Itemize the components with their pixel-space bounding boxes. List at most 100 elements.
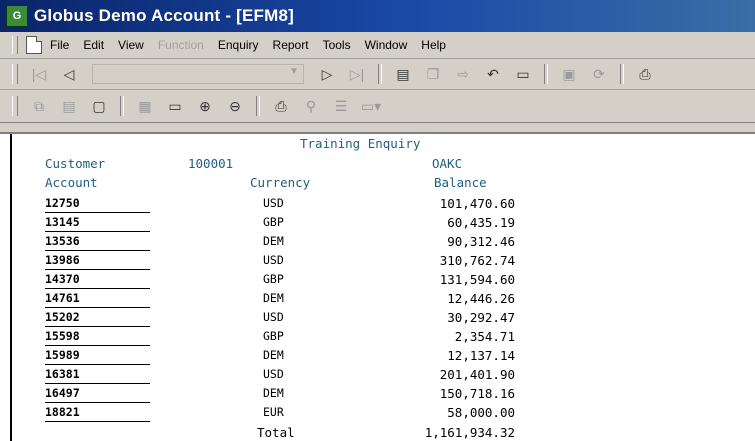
report-view[interactable]: Training Enquiry Customer 100001 OAKC Ac… xyxy=(0,132,755,441)
currency-cell: DEM xyxy=(263,234,284,248)
account-number[interactable]: 16497 xyxy=(45,386,80,400)
account-number[interactable]: 18821 xyxy=(45,405,80,419)
table-row[interactable]: 16381 USD 201,401.90 xyxy=(0,367,755,385)
account-number[interactable]: 12750 xyxy=(45,196,80,210)
column-header-balance: Balance xyxy=(434,175,487,190)
document-icon[interactable] xyxy=(26,36,42,54)
layout-icon[interactable]: ▭▾ xyxy=(360,96,382,116)
toolbar-grip xyxy=(12,64,18,84)
balance-cell: 310,762.74 xyxy=(439,253,515,268)
paste-icon[interactable]: ▤ xyxy=(58,96,80,116)
open-icon[interactable]: ▭ xyxy=(512,64,534,84)
total-label: Total xyxy=(257,425,295,440)
account-underline xyxy=(45,326,150,327)
table-row[interactable]: 14370 GBP 131,594.60 xyxy=(0,272,755,290)
account-underline xyxy=(45,231,150,232)
balance-cell: 2,354.71 xyxy=(454,329,515,344)
previous-record-icon[interactable]: ◁ xyxy=(58,64,80,84)
menu-enquiry[interactable]: Enquiry xyxy=(218,38,259,52)
balance-cell: 60,435.19 xyxy=(447,215,515,230)
menu-edit[interactable]: Edit xyxy=(83,38,104,52)
account-number[interactable]: 15989 xyxy=(45,348,80,362)
menu-function: Function xyxy=(157,38,204,52)
window-title: Globus Demo Account - [EFM8] xyxy=(34,6,294,25)
account-underline xyxy=(45,383,150,384)
zoom-out-icon[interactable]: ⊖ xyxy=(224,96,246,116)
balance-cell: 30,292.47 xyxy=(447,310,515,325)
record-combo[interactable]: ▼ xyxy=(92,64,304,84)
currency-cell: DEM xyxy=(263,386,284,400)
account-number[interactable]: 13986 xyxy=(45,253,80,267)
table-row[interactable]: 12750 USD 101,470.60 xyxy=(0,196,755,214)
balance-cell: 150,718.16 xyxy=(439,386,515,401)
account-underline xyxy=(45,364,150,365)
folder-icon[interactable]: ▭ xyxy=(164,96,186,116)
table-row[interactable]: 16497 DEM 150,718.16 xyxy=(0,386,755,404)
account-underline xyxy=(45,421,150,422)
currency-cell: GBP xyxy=(263,272,284,286)
last-record-icon[interactable]: ▷| xyxy=(346,64,368,84)
balance-cell: 131,594.60 xyxy=(439,272,515,287)
grid-icon[interactable]: ▦ xyxy=(134,96,156,116)
print-icon[interactable]: ⎙ xyxy=(634,64,656,84)
table-row[interactable]: 15989 DEM 12,137.14 xyxy=(0,348,755,366)
table-row[interactable]: 15598 GBP 2,354.71 xyxy=(0,329,755,347)
account-number[interactable]: 14370 xyxy=(45,272,80,286)
print-icon[interactable]: ⎙ xyxy=(270,96,292,116)
account-underline xyxy=(45,307,150,308)
save-icon[interactable]: ▤ xyxy=(392,64,414,84)
currency-cell: EUR xyxy=(263,405,284,419)
toolbar-separator xyxy=(378,64,382,84)
next-record-icon[interactable]: ▷ xyxy=(316,64,338,84)
balance-cell: 12,137.14 xyxy=(447,348,515,363)
app-icon: G xyxy=(6,5,28,27)
menu-report[interactable]: Report xyxy=(273,38,309,52)
table-row[interactable]: 13536 DEM 90,312.46 xyxy=(0,234,755,252)
menu-view[interactable]: View xyxy=(118,38,144,52)
currency-cell: USD xyxy=(263,253,284,267)
menu-grip xyxy=(12,36,18,54)
refresh-icon[interactable]: ⟳ xyxy=(588,64,610,84)
currency-cell: GBP xyxy=(263,215,284,229)
zoom-in-icon[interactable]: ⊕ xyxy=(194,96,216,116)
columns-icon[interactable]: ☰ xyxy=(330,96,352,116)
table-row[interactable]: 15202 USD 30,292.47 xyxy=(0,310,755,328)
table-row[interactable]: 13986 USD 310,762.74 xyxy=(0,253,755,271)
toolbar-separator xyxy=(256,96,260,116)
chevron-down-icon: ▼ xyxy=(289,66,299,77)
account-number[interactable]: 16381 xyxy=(45,367,80,381)
first-record-icon[interactable]: |◁ xyxy=(28,64,50,84)
currency-cell: USD xyxy=(263,310,284,324)
window-title-bar[interactable]: G Globus Demo Account - [EFM8] xyxy=(0,0,755,32)
balance-cell: 101,470.60 xyxy=(439,196,515,211)
menu-file[interactable]: File xyxy=(50,38,69,52)
customer-id: 100001 xyxy=(188,156,234,171)
new-icon[interactable]: ▢ xyxy=(88,96,110,116)
menu-bar: File Edit View Function Enquiry Report T… xyxy=(0,32,755,59)
toolbar-grip xyxy=(12,96,18,116)
export-icon[interactable]: ⇨ xyxy=(452,64,474,84)
account-number[interactable]: 15598 xyxy=(45,329,80,343)
account-number[interactable]: 13536 xyxy=(45,234,80,248)
column-header-currency: Currency xyxy=(250,175,311,190)
copy-rows-icon[interactable]: ⧉ xyxy=(28,96,50,116)
view-icon[interactable]: ▣ xyxy=(558,64,580,84)
navigation-toolbar: |◁ ◁ ▼ ▷ ▷| ▤ ❐ ⇨ ↶ ▭ ▣ ⟳ ⎙ xyxy=(0,59,755,90)
account-number[interactable]: 15202 xyxy=(45,310,80,324)
menu-tools[interactable]: Tools xyxy=(323,38,351,52)
balance-cell: 12,446.26 xyxy=(447,291,515,306)
table-row[interactable]: 13145 GBP 60,435.19 xyxy=(0,215,755,233)
account-number[interactable]: 13145 xyxy=(45,215,80,229)
table-row[interactable]: 18821 EUR 58,000.00 xyxy=(0,405,755,423)
menu-help[interactable]: Help xyxy=(421,38,446,52)
menu-window[interactable]: Window xyxy=(365,38,408,52)
account-number[interactable]: 14761 xyxy=(45,291,80,305)
currency-cell: DEM xyxy=(263,348,284,362)
find-icon[interactable]: ⚲ xyxy=(300,96,322,116)
total-value: 1,161,934.32 xyxy=(424,425,515,440)
account-underline xyxy=(45,402,150,403)
table-row[interactable]: 14761 DEM 12,446.26 xyxy=(0,291,755,309)
copy-icon[interactable]: ❐ xyxy=(422,64,444,84)
currency-cell: GBP xyxy=(263,329,284,343)
undo-icon[interactable]: ↶ xyxy=(482,64,504,84)
